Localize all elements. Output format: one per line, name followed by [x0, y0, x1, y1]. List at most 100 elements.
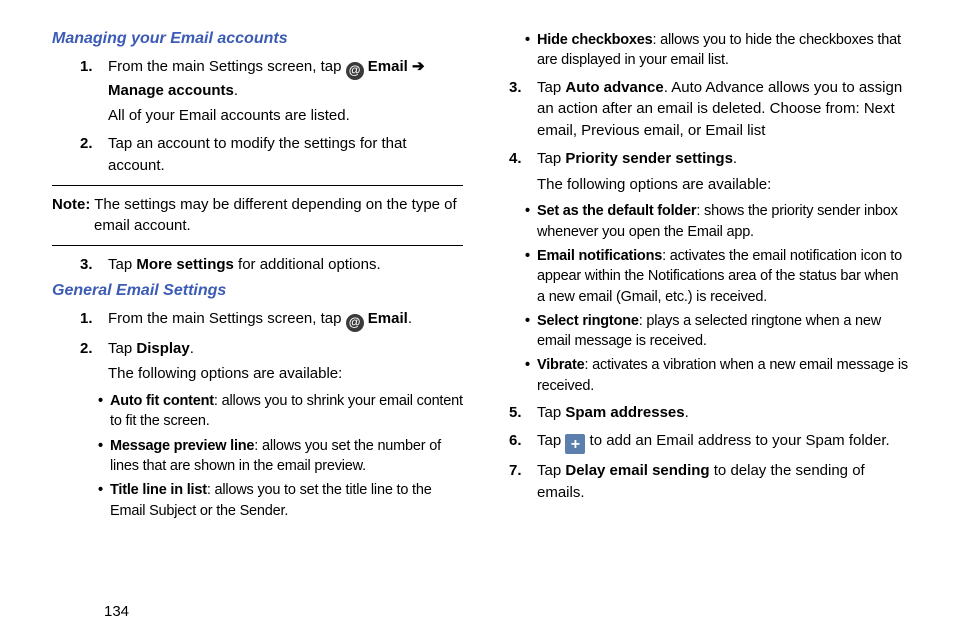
step-num: 1. — [80, 56, 108, 127]
step-body: Tap Auto advance. Auto Advance allows yo… — [537, 77, 910, 142]
bullet-icon: • — [525, 201, 537, 242]
note-text: The settings may be different depending … — [90, 196, 456, 235]
text: Tap — [108, 256, 136, 273]
bullet-bold: Email notifications — [537, 248, 662, 264]
text: From the main Settings screen, tap — [108, 58, 346, 75]
step-sub: All of your Email accounts are listed. — [108, 105, 463, 127]
bullet-icon: • — [525, 246, 537, 307]
bullet-item: •Select ringtone: plays a selected ringt… — [525, 311, 910, 352]
bullet-bold: Select ringtone — [537, 313, 639, 329]
step-body: Tap an account to modify the settings fo… — [108, 133, 463, 177]
step-num: 2. — [80, 133, 108, 177]
bullet-bold: Auto fit content — [110, 393, 214, 409]
note-label: Note: — [52, 196, 90, 213]
plus-icon: + — [565, 434, 585, 454]
step-r7: 7. Tap Delay email sending to delay the … — [509, 460, 910, 504]
text: . — [408, 310, 412, 327]
bullets-top: •Hide checkboxes: allows you to hide the… — [499, 30, 910, 71]
bullet-item: •Vibrate: activates a vibration when a n… — [525, 355, 910, 396]
bullet-icon: • — [525, 355, 537, 396]
step-r4: 4. Tap Priority sender settings. The fol… — [509, 148, 910, 196]
bullet-bold: Message preview line — [110, 438, 254, 454]
bullet-item: •Auto fit content: allows you to shrink … — [98, 391, 463, 432]
text: Tap — [537, 432, 565, 449]
bold: Email — [368, 58, 408, 75]
step-num: 6. — [509, 430, 537, 455]
text: From the main Settings screen, tap — [108, 310, 346, 327]
right-column: •Hide checkboxes: allows you to hide the… — [499, 26, 910, 620]
divider — [52, 245, 463, 246]
step-body: From the main Settings screen, tap @ Ema… — [108, 308, 463, 332]
step-num: 3. — [80, 254, 108, 276]
text: Tap — [108, 340, 136, 357]
step-num: 5. — [509, 402, 537, 424]
steps-right-b: 5. Tap Spam addresses. 6. Tap + to add a… — [499, 402, 910, 504]
step-body: Tap Display. The following options are a… — [108, 338, 463, 386]
text: to add an Email address to your Spam fol… — [585, 432, 889, 449]
step-body: Tap Spam addresses. — [537, 402, 910, 424]
text: Tap — [537, 404, 565, 421]
step-num: 4. — [509, 148, 537, 196]
text: Tap — [537, 150, 565, 167]
text: . — [685, 404, 689, 421]
steps-managing-cont: 3. Tap More settings for additional opti… — [52, 254, 463, 276]
text: Tap — [537, 462, 565, 479]
bullets-priority: •Set as the default folder: shows the pr… — [499, 201, 910, 396]
text: for additional options. — [234, 256, 381, 273]
step-body: Tap Priority sender settings. The follow… — [537, 148, 910, 196]
bold: Spam addresses — [565, 404, 684, 421]
steps-managing: 1. From the main Settings screen, tap @ … — [52, 56, 463, 177]
divider — [52, 185, 463, 186]
step-body: From the main Settings screen, tap @ Ema… — [108, 56, 463, 127]
step-body: Tap Delay email sending to delay the sen… — [537, 460, 910, 504]
step-g1: 1. From the main Settings screen, tap @ … — [80, 308, 463, 332]
heading-managing-email: Managing your Email accounts — [52, 30, 463, 48]
text: . — [234, 82, 238, 99]
bold: Priority sender settings — [565, 150, 733, 167]
bullet-icon: • — [98, 480, 110, 521]
at-icon: @ — [346, 62, 364, 80]
step-num: 2. — [80, 338, 108, 386]
text: . — [190, 340, 194, 357]
bold: Delay email sending — [565, 462, 709, 479]
bold: Auto advance — [565, 79, 663, 96]
bullet-item: •Message preview line: allows you set th… — [98, 436, 463, 477]
step-num: 7. — [509, 460, 537, 504]
text: Tap an account to modify the settings fo… — [108, 135, 407, 174]
bullet-item: •Set as the default folder: shows the pr… — [525, 201, 910, 242]
left-column: Managing your Email accounts 1. From the… — [52, 26, 463, 620]
step-num: 1. — [80, 308, 108, 332]
step-g2: 2. Tap Display. The following options ar… — [80, 338, 463, 386]
arrow-icon: ➔ — [412, 58, 425, 75]
bold: Email — [368, 310, 408, 327]
at-icon: @ — [346, 314, 364, 332]
note: Note: The settings may be different depe… — [52, 194, 463, 238]
bullet-item: •Email notifications: activates the emai… — [525, 246, 910, 307]
bullet-text: : activates a vibration when a new email… — [537, 357, 908, 393]
bullets-display: •Auto fit content: allows you to shrink … — [52, 391, 463, 521]
steps-general: 1. From the main Settings screen, tap @ … — [52, 308, 463, 385]
step-1: 1. From the main Settings screen, tap @ … — [80, 56, 463, 127]
text: Tap — [537, 79, 565, 96]
bullet-icon: • — [525, 30, 537, 71]
step-2: 2. Tap an account to modify the settings… — [80, 133, 463, 177]
step-r3: 3. Tap Auto advance. Auto Advance allows… — [509, 77, 910, 142]
bold: Display — [136, 340, 189, 357]
step-r6: 6. Tap + to add an Email address to your… — [509, 430, 910, 455]
bullet-bold: Title line in list — [110, 482, 207, 498]
bold: Manage accounts — [108, 82, 234, 99]
bullet-icon: • — [98, 391, 110, 432]
step-r5: 5. Tap Spam addresses. — [509, 402, 910, 424]
bullet-icon: • — [98, 436, 110, 477]
page-number: 134 — [104, 603, 129, 620]
bold: More settings — [136, 256, 234, 273]
bullet-item: •Title line in list: allows you to set t… — [98, 480, 463, 521]
step-sub: The following options are available: — [108, 363, 463, 385]
step-body: Tap + to add an Email address to your Sp… — [537, 430, 910, 455]
step-body: Tap More settings for additional options… — [108, 254, 463, 276]
heading-general-settings: General Email Settings — [52, 282, 463, 300]
text: . — [733, 150, 737, 167]
bullet-icon: • — [525, 311, 537, 352]
page: Managing your Email accounts 1. From the… — [0, 0, 954, 636]
bullet-bold: Hide checkboxes — [537, 32, 652, 48]
